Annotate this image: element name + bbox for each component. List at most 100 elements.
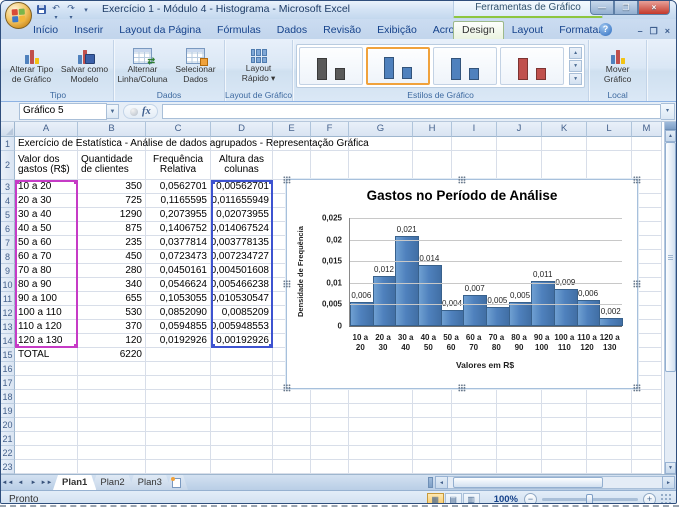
vertical-split-handle[interactable]: [665, 122, 676, 130]
page-break-view-button[interactable]: ▥: [463, 493, 480, 504]
cell-K18[interactable]: [542, 390, 587, 404]
ribbon-button-mover-gr-fico[interactable]: MoverGráfico: [592, 46, 643, 86]
cell-D5[interactable]: 0,02073955: [211, 208, 273, 222]
ribbon-button-layout-r-pido-[interactable]: LayoutRápido ▾: [233, 47, 284, 85]
chart-style-thumbnail-style-red[interactable]: [500, 47, 564, 85]
column-header-M[interactable]: M: [632, 122, 662, 137]
row-header-19[interactable]: 19: [1, 404, 15, 418]
cell-A15[interactable]: TOTAL: [15, 348, 78, 362]
cell-J21[interactable]: [497, 432, 542, 446]
cell-A22[interactable]: [15, 446, 78, 460]
office-button[interactable]: [5, 2, 32, 29]
cell-C2[interactable]: FrequênciaRelativa: [146, 151, 211, 180]
cell-G21[interactable]: [349, 432, 413, 446]
cell-B6[interactable]: 875: [78, 222, 146, 236]
horizontal-scroll-track[interactable]: [448, 476, 662, 489]
cell-F21[interactable]: [311, 432, 349, 446]
cell-C3[interactable]: 0,0562701: [146, 180, 211, 194]
cell-D22[interactable]: [211, 446, 273, 460]
cell-A14[interactable]: 120 a 130: [15, 334, 78, 348]
cell-A9[interactable]: 70 a 80: [15, 264, 78, 278]
cell-D11[interactable]: 0,010530547: [211, 292, 273, 306]
cell-F22[interactable]: [311, 446, 349, 460]
cell-B9[interactable]: 280: [78, 264, 146, 278]
cell-A8[interactable]: 60 a 70: [15, 250, 78, 264]
cell-C15[interactable]: [146, 348, 211, 362]
sheet-tab-plan3[interactable]: Plan3: [129, 475, 171, 490]
cell-A4[interactable]: 20 a 30: [15, 194, 78, 208]
row-header-20[interactable]: 20: [1, 418, 15, 432]
cell-L19[interactable]: [587, 404, 632, 418]
cell-C13[interactable]: 0,0594855: [146, 320, 211, 334]
cell-D21[interactable]: [211, 432, 273, 446]
row-header-16[interactable]: 16: [1, 362, 15, 376]
cell-B16[interactable]: [78, 362, 146, 376]
chart-selection-handle[interactable]: [458, 384, 466, 392]
cell-B23[interactable]: [78, 460, 146, 474]
cell-J20[interactable]: [497, 418, 542, 432]
cell-G22[interactable]: [349, 446, 413, 460]
cell-C22[interactable]: [146, 446, 211, 460]
cell-I22[interactable]: [452, 446, 497, 460]
cell-C5[interactable]: 0,2073955: [146, 208, 211, 222]
column-header-I[interactable]: I: [452, 122, 497, 137]
workbook-minimize-button[interactable]: –: [638, 26, 643, 37]
row-header-11[interactable]: 11: [1, 292, 15, 306]
row-header-6[interactable]: 6: [1, 222, 15, 236]
cell-C8[interactable]: 0,0723473: [146, 250, 211, 264]
cell-H23[interactable]: [413, 460, 452, 474]
cell-B21[interactable]: [78, 432, 146, 446]
cell-J18[interactable]: [497, 390, 542, 404]
ribbon-tab-design[interactable]: Design: [453, 21, 504, 39]
cell-H19[interactable]: [413, 404, 452, 418]
cell-B8[interactable]: 450: [78, 250, 146, 264]
cell-C23[interactable]: [146, 460, 211, 474]
cell-C4[interactable]: 0,1165595: [146, 194, 211, 208]
row-header-17[interactable]: 17: [1, 376, 15, 390]
zoom-out-button[interactable]: −: [524, 493, 537, 504]
cell-K19[interactable]: [542, 404, 587, 418]
chart-bar[interactable]: [395, 236, 419, 326]
cell-K1[interactable]: [542, 137, 587, 151]
cell-F23[interactable]: [311, 460, 349, 474]
ribbon-tab-exibi-o[interactable]: Exibição: [369, 21, 425, 39]
row-header-8[interactable]: 8: [1, 250, 15, 264]
chart-style-thumbnail-style-gray[interactable]: [299, 47, 363, 85]
cell-A10[interactable]: 80 a 90: [15, 278, 78, 292]
sheet-tab-plan2[interactable]: Plan2: [91, 475, 133, 490]
cell-B4[interactable]: 725: [78, 194, 146, 208]
expand-formula-bar-button[interactable]: ▾: [661, 103, 675, 120]
chart-selection-handle[interactable]: [633, 384, 641, 392]
cell-A21[interactable]: [15, 432, 78, 446]
cell-A1[interactable]: Exercício de Estatística - Análise de da…: [15, 137, 78, 151]
row-header-5[interactable]: 5: [1, 208, 15, 222]
cell-B7[interactable]: 235: [78, 236, 146, 250]
cell-M21[interactable]: [632, 432, 662, 446]
cell-D8[interactable]: 0,007234727: [211, 250, 273, 264]
cell-D2[interactable]: Altura dascolunas: [211, 151, 273, 180]
chart-style-thumbnail-style-blue-2[interactable]: [433, 47, 497, 85]
cell-A5[interactable]: 30 a 40: [15, 208, 78, 222]
workbook-close-button[interactable]: ×: [665, 26, 670, 37]
cell-M22[interactable]: [632, 446, 662, 460]
cell-B22[interactable]: [78, 446, 146, 460]
cell-E23[interactable]: [273, 460, 311, 474]
column-header-E[interactable]: E: [273, 122, 311, 137]
column-header-H[interactable]: H: [413, 122, 452, 137]
cell-J2[interactable]: [497, 151, 542, 180]
row-header-3[interactable]: 3: [1, 180, 15, 194]
close-button[interactable]: ×: [638, 1, 670, 15]
scroll-up-button[interactable]: ▲: [665, 130, 676, 142]
cell-D19[interactable]: [211, 404, 273, 418]
chart-plot-area[interactable]: 0,0060,0120,0210,0140,0040,0070,0050,005…: [349, 218, 622, 327]
column-header-L[interactable]: L: [587, 122, 632, 137]
resize-grip[interactable]: [660, 493, 673, 504]
cell-D14[interactable]: 0,00192926: [211, 334, 273, 348]
cell-B2[interactable]: Quantidadede clientes: [78, 151, 146, 180]
cell-E21[interactable]: [273, 432, 311, 446]
gallery-more-button[interactable]: ▼: [569, 73, 582, 85]
cell-A16[interactable]: [15, 362, 78, 376]
zoom-slider[interactable]: [542, 498, 638, 501]
scroll-down-button[interactable]: ▼: [665, 462, 676, 474]
cell-C11[interactable]: 0,1053055: [146, 292, 211, 306]
